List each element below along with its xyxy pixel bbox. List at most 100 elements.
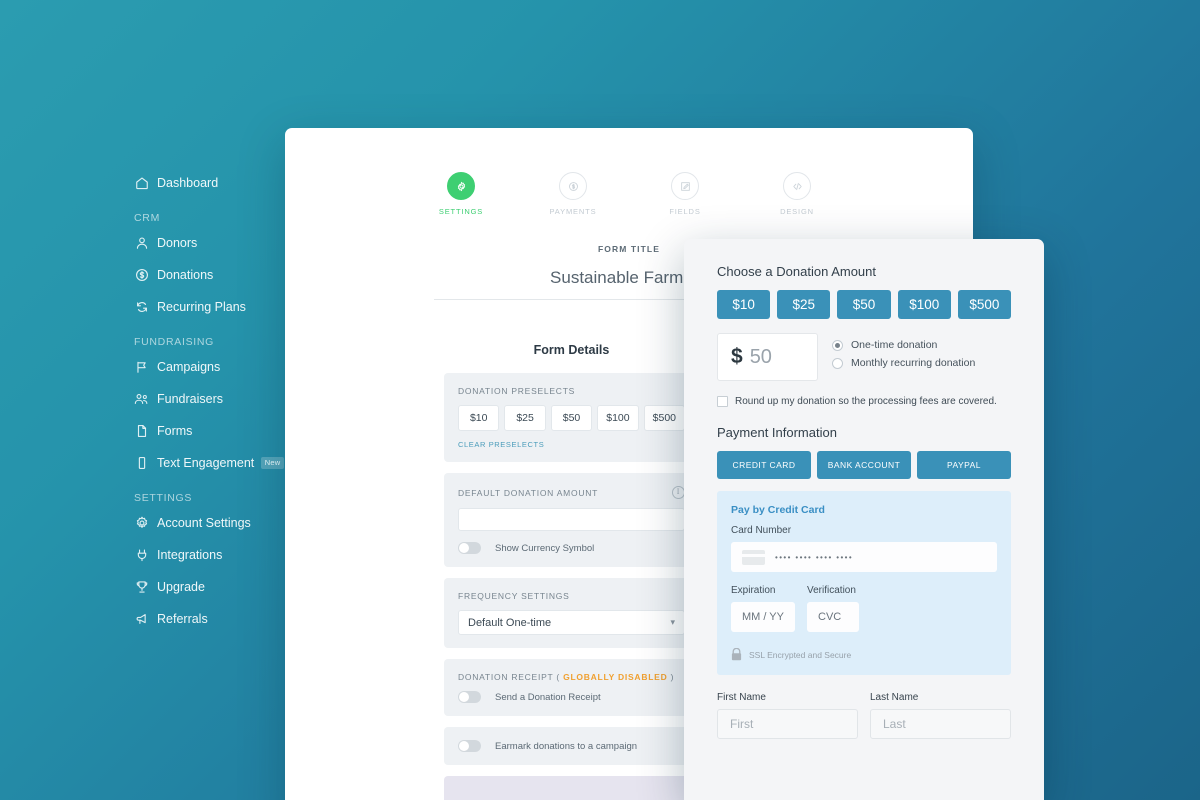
first-name-input[interactable]: First bbox=[717, 709, 858, 739]
step-fields[interactable]: FIELDS bbox=[651, 172, 719, 216]
expiration-group: Expiration MM / YY bbox=[731, 585, 795, 632]
preselect-button-row: $10 $25 $50 $100 $500 bbox=[458, 405, 686, 431]
sidebar-item-text-engagement[interactable]: Text Engagement New bbox=[0, 450, 285, 475]
last-name-input[interactable]: Last bbox=[870, 709, 1011, 739]
frequency-select[interactable]: Default One-time ▾ bbox=[458, 610, 685, 635]
form-title-value: Sustainable Farming bbox=[550, 268, 706, 287]
clear-preselects-button[interactable]: CLEAR PRESELECTS bbox=[458, 440, 685, 449]
payment-information-heading: Payment Information bbox=[717, 425, 837, 440]
roundup-row[interactable]: Round up my donation so the processing f… bbox=[717, 396, 1011, 407]
step-label: SETTINGS bbox=[438, 207, 484, 216]
payment-method-tabs: CREDIT CARD BANK ACCOUNT PAYPAL bbox=[717, 451, 1011, 479]
pencil-square-icon bbox=[671, 172, 699, 200]
step-navigation: SETTINGS PAYMENTS FIELDS DESIGN bbox=[285, 128, 973, 216]
preselect-button[interactable]: $50 bbox=[550, 405, 593, 431]
sidebar-item-label: Referrals bbox=[157, 611, 208, 626]
step-payments[interactable]: PAYMENTS bbox=[539, 172, 607, 216]
choose-amount-heading: Choose a Donation Amount bbox=[717, 264, 876, 279]
pay-by-credit-card-title: Pay by Credit Card bbox=[731, 504, 825, 516]
default-donation-amount-label: DEFAULT DONATION AMOUNT i bbox=[458, 486, 685, 499]
new-badge: New bbox=[261, 456, 284, 469]
sidebar-item-donors[interactable]: Donors bbox=[0, 230, 285, 255]
payment-method-bank-account[interactable]: BANK ACCOUNT bbox=[817, 451, 911, 479]
verification-label: Verification bbox=[807, 585, 856, 596]
default-donation-amount-input[interactable] bbox=[458, 508, 685, 531]
show-currency-symbol-toggle[interactable] bbox=[458, 542, 481, 554]
verification-group: Verification CVC bbox=[807, 585, 859, 632]
step-design[interactable]: DESIGN bbox=[763, 172, 831, 216]
sidebar-item-account-settings[interactable]: Account Settings bbox=[0, 510, 285, 535]
sidebar-item-integrations[interactable]: Integrations bbox=[0, 542, 285, 567]
donation-receipt-panel: DONATION RECEIPT ( Globally disabled ) S… bbox=[444, 659, 699, 716]
custom-amount-placeholder: 50 bbox=[749, 345, 772, 368]
verification-input[interactable]: CVC bbox=[807, 602, 859, 632]
sidebar-item-label: Text Engagement bbox=[157, 455, 255, 470]
expiration-input[interactable]: MM / YY bbox=[731, 602, 795, 632]
earmark-label: Earmark donations to a campaign bbox=[495, 740, 638, 752]
card-number-input[interactable]: •••• •••• •••• •••• bbox=[731, 542, 997, 572]
step-settings[interactable]: SETTINGS bbox=[427, 172, 495, 216]
first-name-group: First Name First bbox=[717, 692, 858, 739]
sidebar-item-campaigns[interactable]: Campaigns bbox=[0, 354, 285, 379]
radio-option-one-time[interactable]: One-time donation bbox=[832, 339, 975, 351]
dollar-circle-icon bbox=[559, 172, 587, 200]
sidebar-item-donations[interactable]: Donations bbox=[0, 262, 285, 287]
payment-method-paypal[interactable]: PAYPAL bbox=[917, 451, 1011, 479]
show-currency-symbol-label: Show Currency Symbol bbox=[495, 542, 595, 554]
step-label: PAYMENTS bbox=[549, 207, 597, 216]
sidebar-item-label: Recurring Plans bbox=[157, 299, 246, 314]
sidebar-item-referrals[interactable]: Referrals bbox=[0, 606, 285, 631]
amount-button[interactable]: $10 bbox=[717, 290, 771, 319]
send-receipt-row[interactable]: Send a Donation Receipt bbox=[458, 691, 685, 703]
first-name-label: First Name bbox=[717, 692, 766, 703]
send-receipt-label: Send a Donation Receipt bbox=[495, 691, 601, 703]
donation-amount-buttons: $10 $25 $50 $100 $500 bbox=[717, 290, 1012, 319]
document-icon bbox=[134, 423, 149, 438]
sidebar-item-label: Forms bbox=[157, 423, 193, 438]
sidebar-item-forms[interactable]: Forms bbox=[0, 418, 285, 443]
name-fields-row: First Name First Last Name Last bbox=[717, 692, 1011, 739]
dollar-circle-icon bbox=[134, 267, 149, 282]
payment-method-credit-card[interactable]: CREDIT CARD bbox=[717, 451, 811, 479]
sidebar-item-recurring-plans[interactable]: Recurring Plans bbox=[0, 294, 285, 319]
sidebar-item-label: Donations bbox=[157, 267, 214, 282]
show-currency-symbol-row[interactable]: Show Currency Symbol bbox=[458, 542, 685, 554]
preselect-button[interactable]: $25 bbox=[504, 405, 546, 431]
preselect-button[interactable]: $100 bbox=[597, 405, 639, 431]
amount-button[interactable]: $500 bbox=[957, 290, 1012, 319]
sidebar-item-fundraisers[interactable]: Fundraisers bbox=[0, 386, 285, 411]
plug-icon bbox=[134, 547, 149, 562]
amount-button[interactable]: $25 bbox=[777, 290, 831, 319]
form-details-heading: Form Details bbox=[533, 343, 610, 357]
megaphone-icon bbox=[134, 611, 149, 626]
amount-button[interactable]: $100 bbox=[897, 290, 951, 319]
donation-preselects-panel: DONATION PRESELECTS $10 $25 $50 $100 $500 CL… bbox=[444, 373, 699, 462]
form-details-section: Form Details DONATION PRESELECTS $10 $25 $… bbox=[444, 343, 699, 800]
credit-card-panel: Pay by Credit Card Card Number •••• ••••… bbox=[717, 491, 1011, 675]
send-receipt-toggle[interactable] bbox=[458, 691, 481, 703]
radio-label: Monthly recurring donation bbox=[851, 357, 976, 369]
roundup-checkbox[interactable] bbox=[717, 396, 728, 407]
preselect-button[interactable]: $500 bbox=[643, 405, 686, 431]
nav-group-label-settings: SETTINGS bbox=[134, 492, 193, 504]
sidebar-item-label: Dashboard bbox=[157, 175, 219, 190]
earmark-toggle[interactable] bbox=[458, 740, 481, 752]
last-name-group: Last Name Last bbox=[870, 692, 1011, 739]
custom-amount-input[interactable]: $ 50 bbox=[717, 333, 818, 381]
radio-icon[interactable] bbox=[832, 339, 843, 351]
code-icon bbox=[783, 172, 811, 200]
sidebar-item-dashboard[interactable]: Dashboard bbox=[0, 170, 285, 195]
frequency-settings-label: FREQUENCY SETTINGS bbox=[458, 591, 570, 601]
preselect-button[interactable]: $10 bbox=[458, 405, 500, 431]
globally-disabled-warning: Globally disabled bbox=[563, 672, 668, 682]
nav-group-label-fundraising: FUNDRAISING bbox=[134, 336, 215, 348]
expiration-label: Expiration bbox=[731, 585, 776, 596]
flag-icon bbox=[134, 359, 149, 374]
radio-icon[interactable] bbox=[832, 357, 843, 369]
step-label: DESIGN bbox=[780, 207, 814, 216]
amount-button[interactable]: $50 bbox=[837, 290, 891, 319]
sidebar-item-upgrade[interactable]: Upgrade bbox=[0, 574, 285, 599]
earmark-row[interactable]: Earmark donations to a campaign bbox=[458, 740, 685, 752]
last-name-label: Last Name bbox=[870, 692, 919, 703]
radio-option-monthly[interactable]: Monthly recurring donation bbox=[832, 357, 975, 369]
